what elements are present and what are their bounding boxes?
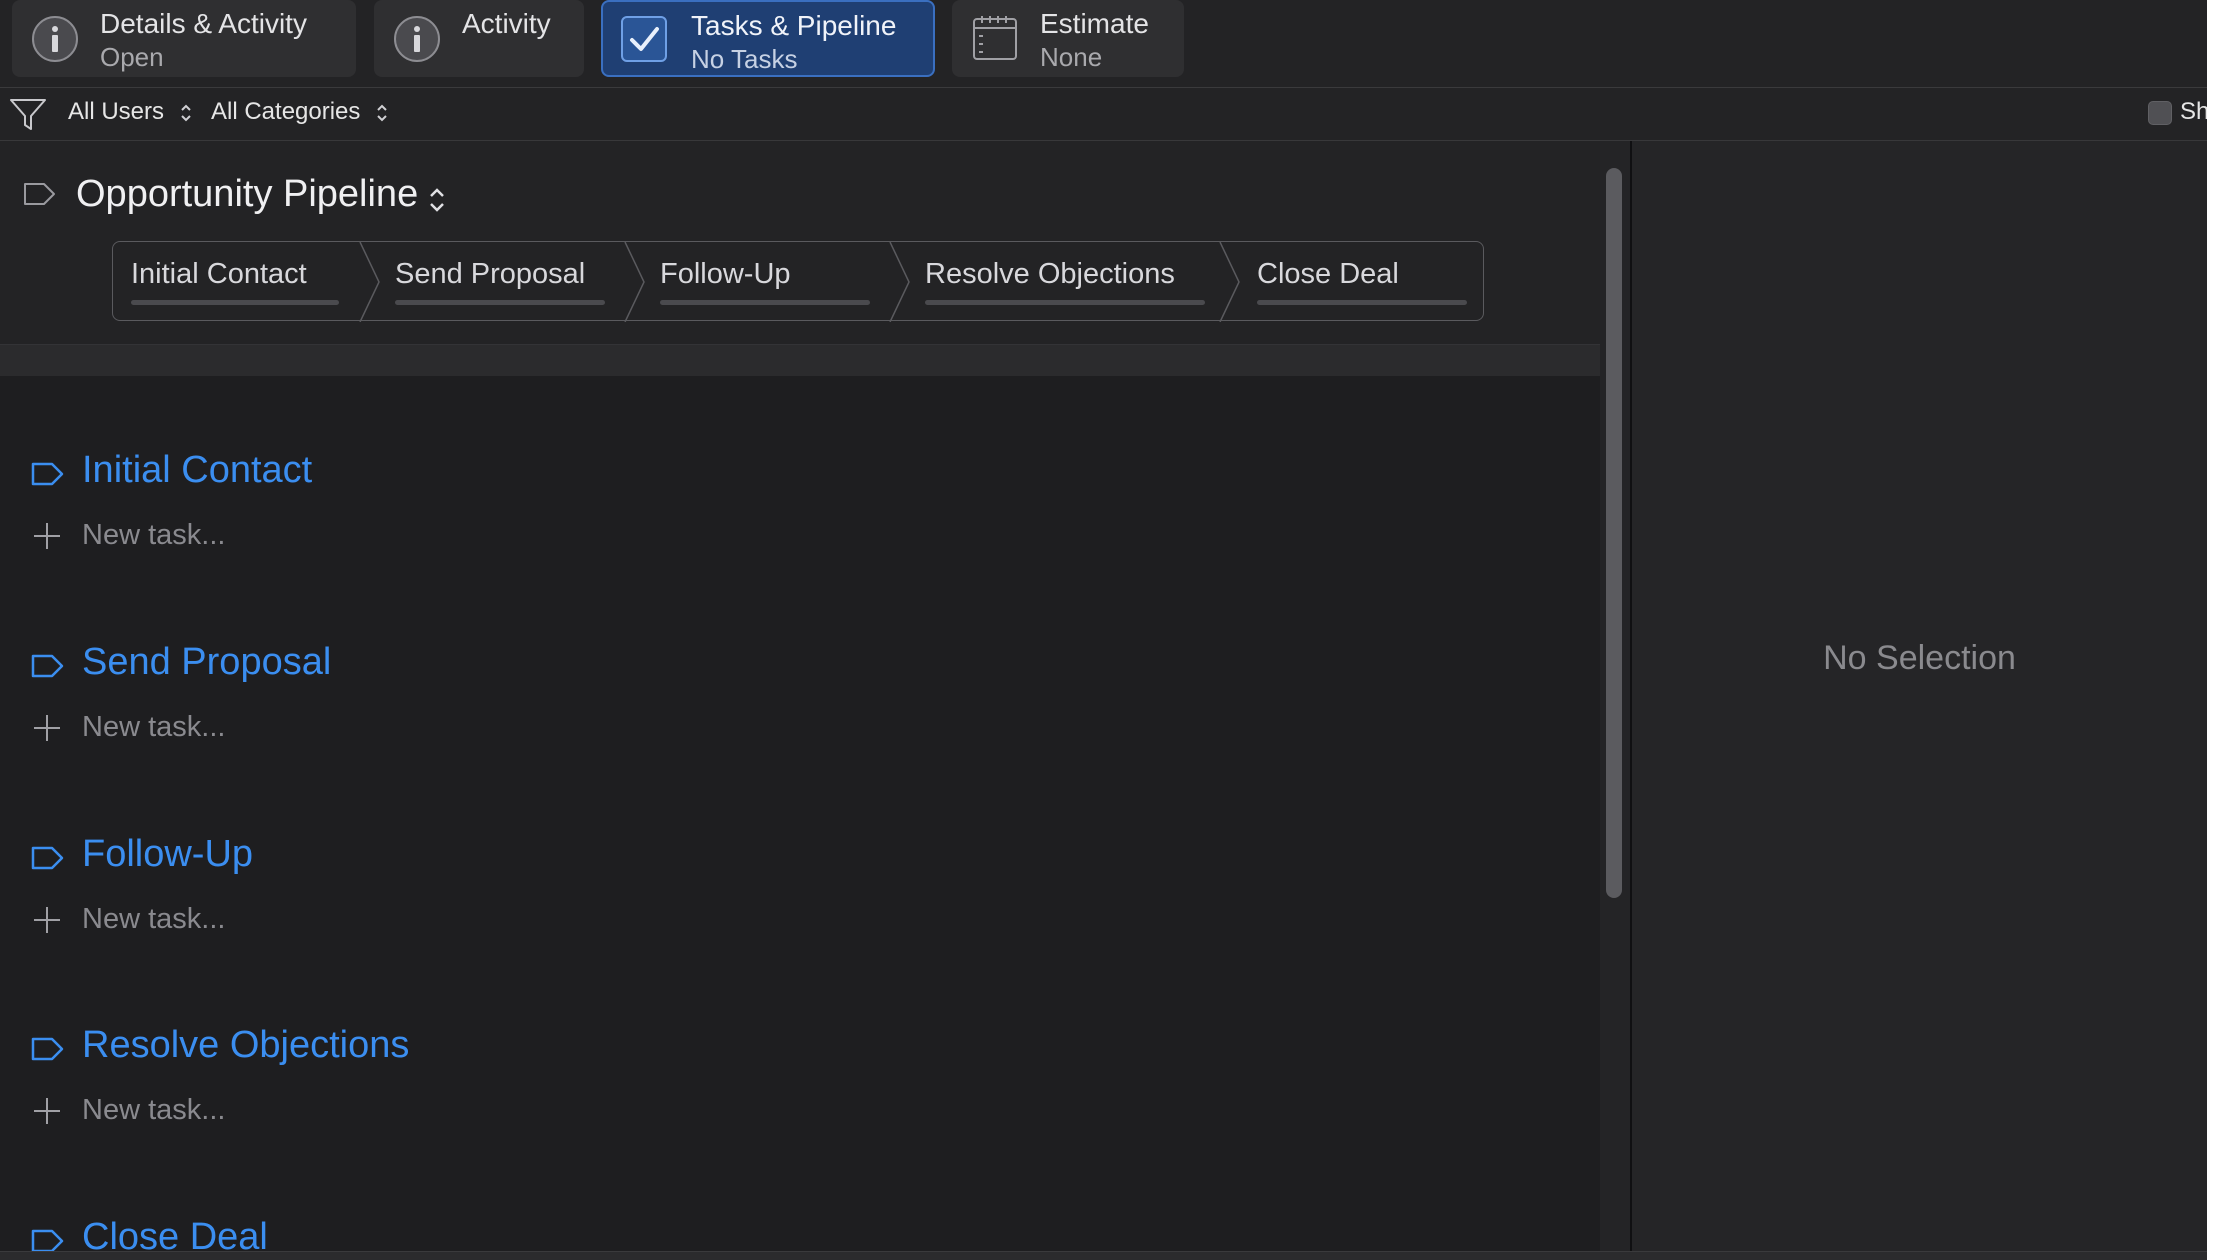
app-window: Details & Activity Open Activity Tasks &… [0, 0, 2240, 1260]
tab-title: Activity [462, 8, 551, 39]
pipeline-header: Opportunity Pipeline Initial Contact Sen… [0, 141, 1600, 344]
tag-icon [31, 846, 64, 870]
pipeline-separator [0, 344, 1600, 376]
new-task-field[interactable]: New task... [82, 1094, 225, 1127]
no-selection-label: No Selection [1823, 639, 2016, 677]
tag-icon [31, 462, 64, 486]
tab-bar: Details & Activity Open Activity Tasks &… [0, 0, 2207, 88]
checkmark-icon [621, 16, 667, 62]
plus-icon[interactable] [32, 521, 62, 551]
section-title[interactable]: Initial Contact [82, 449, 312, 492]
show-checkbox-label: Sh [2180, 98, 2207, 125]
filter-icon[interactable] [8, 96, 48, 134]
new-task-field[interactable]: New task... [82, 711, 225, 744]
tab-subtitle: No Tasks [691, 44, 798, 74]
bottom-edge [0, 1251, 2207, 1260]
info-icon [32, 16, 78, 62]
users-popup-label: All Users [68, 98, 165, 125]
section-title[interactable]: Follow-Up [82, 833, 253, 876]
plus-icon[interactable] [32, 1096, 62, 1126]
up-down-chevron-icon [377, 104, 387, 122]
tab-tasks-pipeline[interactable]: Tasks & Pipeline No Tasks [601, 0, 935, 77]
tab-title: Estimate [1040, 8, 1149, 39]
desktop-edge [2207, 0, 2240, 1260]
filter-bar: All Users All Categories Sh [0, 88, 2207, 141]
stage-label: Initial Contact [131, 258, 307, 290]
stage-progress-bar [131, 300, 339, 305]
stage-progress-bar [1257, 300, 1467, 305]
stage-label: Follow-Up [660, 258, 791, 290]
inspector-pane: No Selection [1632, 141, 2207, 1251]
info-icon [394, 16, 440, 62]
plus-icon[interactable] [32, 713, 62, 743]
tag-icon [31, 654, 64, 678]
stage-progress-bar [925, 300, 1205, 305]
categories-popup[interactable]: All Categories [211, 98, 389, 126]
plus-icon[interactable] [32, 905, 62, 935]
tab-subtitle: Open [100, 42, 164, 72]
tab-activity[interactable]: Activity [374, 0, 584, 77]
stage-label: Resolve Objections [925, 258, 1175, 290]
show-checkbox[interactable] [2148, 101, 2172, 125]
new-task-field[interactable]: New task... [82, 519, 225, 552]
tab-title: Tasks & Pipeline [691, 10, 897, 41]
categories-popup-label: All Categories [211, 98, 361, 125]
task-list-pane: Opportunity Pipeline Initial Contact Sen… [0, 141, 1600, 1251]
stage-label: Send Proposal [395, 258, 586, 290]
tab-details-activity[interactable]: Details & Activity Open [12, 0, 356, 77]
tab-title: Details & Activity [100, 8, 307, 39]
main-window: Details & Activity Open Activity Tasks &… [0, 0, 2207, 1260]
tab-subtitle: None [1040, 42, 1103, 72]
up-down-chevron-icon [430, 188, 444, 212]
scrollbar-thumb[interactable] [1606, 168, 1622, 898]
tag-icon [31, 1229, 64, 1251]
section-title[interactable]: Resolve Objections [82, 1024, 409, 1067]
stage-progress-bar [660, 300, 870, 305]
up-down-chevron-icon [180, 104, 191, 122]
section-title[interactable]: Close Deal [82, 1216, 268, 1251]
section-title[interactable]: Send Proposal [82, 641, 331, 684]
stage-progress-bar [395, 300, 605, 305]
stage-label: Close Deal [1257, 258, 1399, 290]
tag-icon [24, 183, 55, 205]
users-popup[interactable]: All Users [68, 98, 193, 126]
new-task-field[interactable]: New task... [82, 903, 225, 936]
tag-icon [31, 1037, 64, 1061]
pipeline-title: Opportunity Pipeline [76, 173, 419, 215]
pipeline-stages: Initial Contact Send Proposal Follow-Up … [112, 241, 1484, 322]
tab-estimate[interactable]: Estimate None [952, 0, 1184, 77]
calendar-icon [973, 16, 1017, 60]
